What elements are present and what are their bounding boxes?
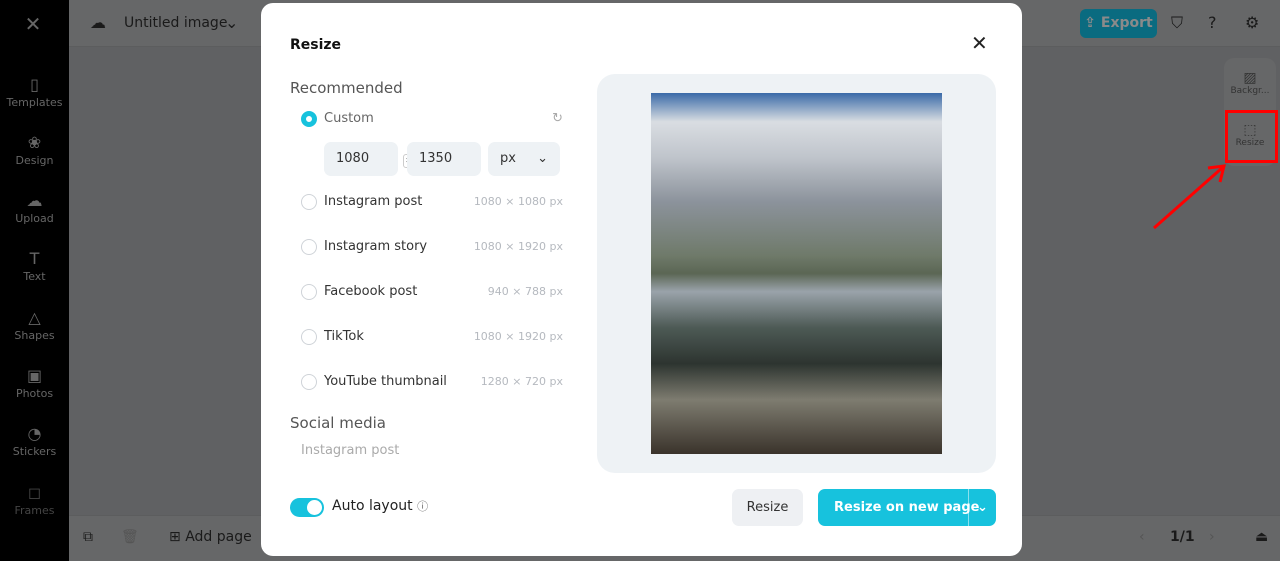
duplicate-page-icon[interactable]: ⧉ — [83, 529, 93, 545]
unit-value: px — [500, 151, 516, 166]
auto-layout-label: Auto layout ⓘ — [332, 498, 428, 514]
cloud-sync-icon: ☁ — [90, 13, 106, 32]
auto-layout-toggle[interactable] — [290, 498, 324, 517]
option-youtube-thumbnail[interactable]: YouTube thumbnail 1280 × 720 px — [301, 372, 563, 392]
option-custom[interactable]: Custom ↻ — [301, 109, 563, 129]
option-label: YouTube thumbnail — [324, 374, 447, 389]
highlight-box — [1225, 110, 1278, 163]
option-label: Facebook post — [324, 284, 418, 299]
auto-layout-text: Auto layout — [332, 498, 413, 514]
previous-page-icon[interactable]: ‹ — [1139, 529, 1145, 545]
option-label: Instagram post — [324, 194, 423, 209]
radio[interactable] — [301, 284, 317, 300]
chevron-down-icon[interactable]: ⌄ — [225, 13, 238, 32]
export-button[interactable]: ⇪ Export — [1080, 9, 1157, 38]
preview-area — [597, 74, 996, 473]
sidebar-item-shapes[interactable]: △ Shapes — [0, 308, 69, 342]
frames-icon: ◻ — [27, 483, 42, 502]
annotation-arrow — [1153, 164, 1226, 230]
social-media-heading: Social media — [290, 414, 386, 432]
upload-icon: ☁ — [26, 191, 43, 210]
recommended-heading: Recommended — [290, 79, 403, 97]
chevron-down-icon: ⌄ — [537, 151, 548, 166]
delete-page-icon[interactable]: 🗑 — [121, 529, 139, 545]
option-instagram-post[interactable]: Instagram post 1080 × 1080 px — [301, 192, 563, 212]
sidebar: ✕ ▯ Templates ❀ Design ☁ Upload T Text △ Shap… — [0, 0, 69, 561]
resize-on-new-page-button[interactable]: Resize on new page ⌄ — [818, 489, 996, 526]
background-icon: ▨ — [1243, 70, 1257, 86]
option-size: 940 × 788 px — [487, 285, 563, 298]
option-size: 1280 × 720 px — [480, 375, 563, 388]
background-button[interactable]: ▨ Backgr... — [1224, 70, 1276, 96]
sidebar-item-label: Photos — [15, 387, 54, 400]
dialog-title: Resize — [290, 37, 342, 53]
resize-dialog: Resize ✕ Recommended Custom ↻ 1080 ⇕ 135… — [261, 3, 1022, 556]
export-label: Export — [1100, 15, 1153, 31]
radio[interactable] — [301, 374, 317, 390]
option-facebook-post[interactable]: Facebook post 940 × 788 px — [301, 282, 563, 302]
sidebar-item-frames[interactable]: ◻ Frames — [0, 483, 69, 517]
social-option-instagram-post[interactable]: Instagram post — [301, 443, 399, 458]
sidebar-item-label: Upload — [15, 212, 54, 225]
option-label: TikTok — [324, 329, 364, 344]
chevron-down-icon[interactable]: ⌄ — [968, 489, 996, 526]
info-icon[interactable]: ⓘ — [417, 500, 428, 513]
stickers-icon: ◔ — [27, 424, 42, 443]
next-page-icon[interactable]: › — [1209, 529, 1215, 545]
sidebar-item-label: Templates — [6, 96, 63, 109]
reset-icon[interactable]: ↻ — [552, 111, 563, 126]
option-label: Custom — [324, 111, 374, 126]
sidebar-item-photos[interactable]: ▣ Photos — [0, 366, 69, 400]
sidebar-item-text[interactable]: T Text — [0, 249, 69, 283]
height-input[interactable]: 1350 — [407, 142, 481, 176]
radio[interactable] — [301, 194, 317, 210]
design-icon: ❀ — [27, 133, 42, 152]
templates-icon: ▯ — [30, 75, 39, 94]
option-size: 1080 × 1920 px — [473, 330, 563, 343]
unit-select[interactable]: px ⌄ — [488, 142, 560, 176]
add-page-label: Add page — [185, 529, 252, 545]
page-indicator: 1/1 — [1170, 529, 1195, 545]
sidebar-item-label: Frames — [14, 504, 55, 517]
help-icon[interactable]: ? — [1208, 13, 1217, 32]
sidebar-item-templates[interactable]: ▯ Templates — [0, 75, 69, 109]
shapes-icon: △ — [28, 308, 41, 327]
sidebar-item-design[interactable]: ❀ Design — [0, 133, 69, 167]
settings-icon[interactable]: ⚙ — [1245, 13, 1259, 32]
sidebar-item-stickers[interactable]: ◔ Stickers — [0, 424, 69, 458]
resize-button[interactable]: Resize — [732, 489, 803, 526]
sidebar-item-label: Shapes — [14, 329, 55, 342]
option-tiktok[interactable]: TikTok 1080 × 1920 px — [301, 327, 563, 347]
option-label: Instagram story — [324, 239, 428, 254]
sidebar-item-label: Design — [15, 154, 54, 167]
background-label: Backgr... — [1230, 86, 1270, 96]
preview-image — [651, 93, 942, 454]
collapse-icon[interactable]: ⏏ — [1255, 529, 1268, 545]
radio[interactable] — [301, 329, 317, 345]
option-size: 1080 × 1080 px — [473, 195, 563, 208]
shield-icon[interactable]: ⛉ — [1171, 13, 1183, 33]
text-icon: T — [29, 249, 40, 268]
option-instagram-story[interactable]: Instagram story 1080 × 1920 px — [301, 237, 563, 257]
width-input[interactable]: 1080 — [324, 142, 398, 176]
resize-new-label: Resize on new page — [834, 500, 980, 515]
photos-icon: ▣ — [26, 366, 43, 385]
capcut-logo-icon[interactable]: ✕ — [18, 12, 48, 36]
radio[interactable] — [301, 239, 317, 255]
radio-selected[interactable] — [301, 111, 317, 127]
add-page-button[interactable]: ⊞ Add page — [169, 529, 252, 545]
document-title[interactable]: Untitled image — [124, 15, 227, 31]
sidebar-item-label: Text — [23, 270, 46, 283]
sidebar-item-label: Stickers — [12, 445, 57, 458]
sidebar-item-upload[interactable]: ☁ Upload — [0, 191, 69, 225]
close-icon[interactable]: ✕ — [971, 31, 988, 55]
option-size: 1080 × 1920 px — [473, 240, 563, 253]
